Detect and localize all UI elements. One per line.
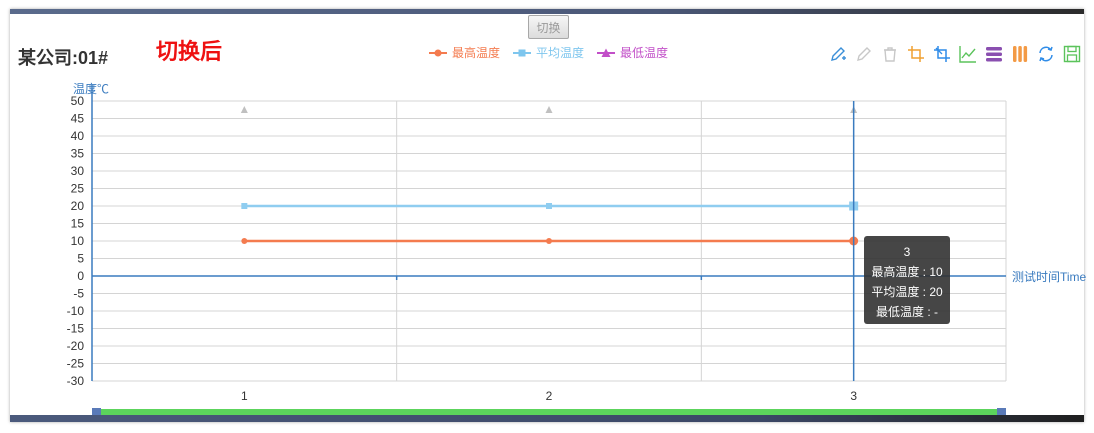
y-tick-label: -25 bbox=[67, 357, 85, 371]
y-tick-label: -15 bbox=[67, 322, 85, 336]
data-point bbox=[241, 203, 248, 209]
x-tick-label: 1 bbox=[241, 389, 248, 403]
y-tick-label: 25 bbox=[71, 182, 85, 196]
y-tick-label: -20 bbox=[67, 339, 85, 353]
data-tooltip: 3 最高温度 : 10 平均温度 : 20 最低温度 : - bbox=[864, 236, 950, 324]
y-tick-label: 30 bbox=[71, 164, 85, 178]
y-tick-label: -30 bbox=[67, 374, 85, 388]
x-tick-label: 3 bbox=[850, 389, 857, 403]
y-tick-label: 50 bbox=[71, 94, 85, 108]
line-chart: -30 -25 -20 -15 -10 -5 0 5 10 15 20 25 30 35 40 45 50温度℃… bbox=[67, 81, 1087, 422]
y-tick-label: 15 bbox=[71, 217, 85, 231]
data-point bbox=[546, 203, 552, 209]
y-tick-label: 20 bbox=[71, 199, 85, 213]
y-tick-label: 45 bbox=[71, 112, 85, 126]
y-tick-label: 0 bbox=[77, 269, 84, 283]
y-axis-title: 温度℃ bbox=[73, 81, 109, 96]
tooltip-title: 3 bbox=[903, 245, 911, 259]
y-tick-label: -10 bbox=[67, 304, 85, 318]
x-tick-label: 2 bbox=[546, 389, 553, 403]
tooltip-line-min: 最低温度 : - bbox=[876, 305, 938, 319]
data-point-missing bbox=[240, 106, 248, 113]
data-point bbox=[241, 238, 248, 244]
y-tick-label: 35 bbox=[71, 147, 85, 161]
y-tick-label: -5 bbox=[73, 287, 84, 301]
y-tick-label: 40 bbox=[71, 129, 85, 143]
tooltip-line-max: 最高温度 : 10 bbox=[871, 265, 943, 279]
window-bottom-border bbox=[10, 415, 1084, 422]
tooltip-line-avg: 平均温度 : 20 bbox=[871, 285, 943, 299]
data-point-missing bbox=[545, 106, 553, 113]
x-axis-title: 测试时间Time bbox=[1012, 269, 1087, 284]
y-tick-label: 10 bbox=[71, 234, 85, 248]
y-tick-label: 5 bbox=[77, 252, 84, 266]
data-point bbox=[546, 238, 552, 244]
